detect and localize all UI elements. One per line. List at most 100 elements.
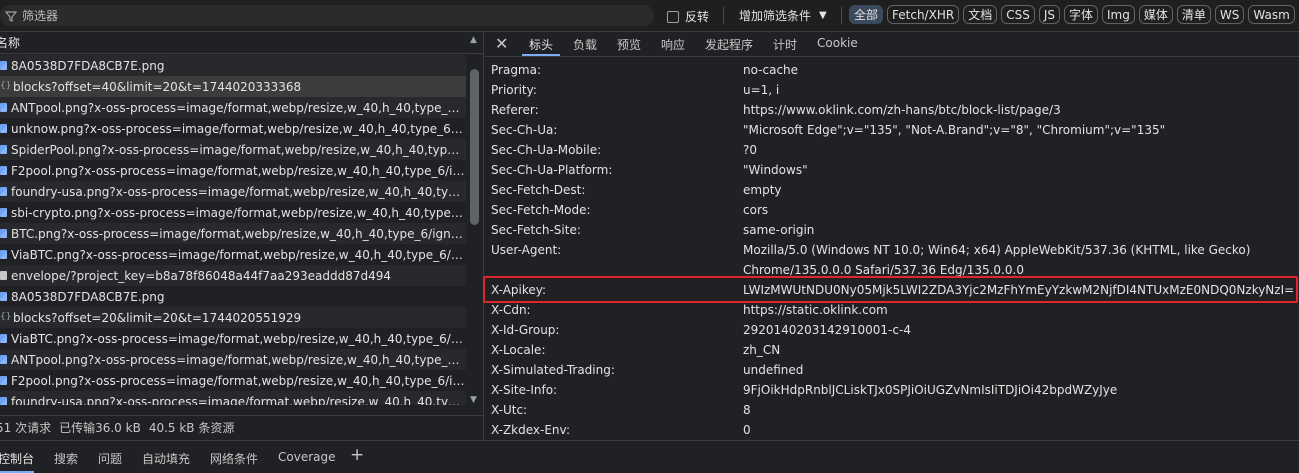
header-value[interactable]: LWIzMWUtNDU0Ny05Mjk5LWI2ZDA3Yjc2MzFhYmEy…	[743, 283, 1294, 297]
header-value[interactable]: 9FjOikHdpRnblJCLiskTJx0SPJiOiUGZvNmIsIiT…	[743, 383, 1117, 397]
request-row[interactable]: ANTpool.png?x-oss-process=image/format,w…	[0, 349, 466, 370]
request-row[interactable]: {} blocks?offset=20&limit=20&t=1744020551…	[0, 307, 466, 328]
header-value[interactable]: 0	[743, 423, 751, 437]
request-row[interactable]: ANTpool.png?x-oss-process=image/format,w…	[0, 97, 466, 118]
header-value[interactable]: 8	[743, 403, 751, 417]
header-value[interactable]: https://static.oklink.com	[743, 303, 888, 317]
header-value[interactable]: "Microsoft Edge";v="135", "Not-A.Brand";…	[743, 123, 1165, 137]
request-list-scrollbar[interactable]: ▼	[468, 55, 482, 405]
header-value[interactable]: ?0	[743, 143, 757, 157]
header-value-continuation[interactable]: Chrome/135.0.0.0 Safari/537.36 Edg/135.0…	[743, 263, 1024, 277]
toolbar-divider	[723, 7, 724, 24]
request-row[interactable]: ViaBTC.png?x-oss-process=image/format,we…	[0, 244, 466, 265]
chip-js[interactable]: JS	[1038, 5, 1060, 24]
chip-ws[interactable]: WS	[1214, 5, 1245, 24]
more-filters-dropdown[interactable]: 增加筛选条件 ▼	[739, 7, 827, 24]
request-row[interactable]: sbi-crypto.png?x-oss-process=image/forma…	[0, 202, 466, 223]
header-row: X-Simulated-Trading: undefined	[485, 360, 1299, 380]
request-row[interactable]: foundry-usa.png?x-oss-process=image/form…	[0, 391, 466, 405]
header-value[interactable]: no-cache	[743, 63, 798, 77]
tab-payload[interactable]: 负载	[573, 36, 597, 56]
filter-input[interactable]	[22, 8, 622, 23]
invert-checkbox[interactable]: 反转	[667, 8, 709, 25]
header-value[interactable]: https://www.oklink.com/zh-hans/btc/block…	[743, 103, 1061, 117]
header-row: User-Agent: Mozilla/5.0 (Windows NT 10.0;…	[485, 240, 1299, 280]
request-row[interactable]: BTC.png?x-oss-process=image/format,webp/…	[0, 223, 466, 244]
drawer-tab-issues[interactable]: 问题	[98, 450, 122, 467]
close-icon[interactable]: ✕	[495, 34, 508, 53]
header-value[interactable]: u=1, i	[743, 83, 779, 97]
chip-doc[interactable]: 文档	[963, 5, 998, 24]
tab-cookies[interactable]: Cookie	[817, 36, 858, 56]
image-file-icon	[0, 145, 7, 154]
name-column-header[interactable]: 名称 ▲	[0, 32, 483, 54]
header-value[interactable]: undefined	[743, 363, 803, 377]
request-row[interactable]: F2pool.png?x-oss-process=image/format,we…	[0, 370, 466, 391]
request-row[interactable]: envelope/?project_key=b8a78f86048a44f7aa…	[0, 265, 466, 286]
drawer-tab-search[interactable]: 搜索	[54, 450, 78, 467]
header-value[interactable]: zh_CN	[743, 343, 780, 357]
image-file-icon	[0, 397, 7, 405]
request-rows: 8A0538D7FDA8CB7E.png{} blocks?offset=40&l…	[0, 55, 466, 405]
tab-initiator[interactable]: 发起程序	[705, 36, 753, 56]
header-name: X-Utc:	[491, 403, 528, 417]
request-row[interactable]: SpiderPool.png?x-oss-process=image/forma…	[0, 139, 466, 160]
request-row[interactable]: 8A0538D7FDA8CB7E.png	[0, 286, 466, 307]
image-file-icon	[0, 103, 7, 112]
request-name: F2pool.png?x-oss-process=image/format,we…	[11, 373, 466, 388]
tab-preview[interactable]: 预览	[617, 36, 641, 56]
header-value[interactable]: 2920140203142910001-c-4	[743, 323, 911, 337]
request-name: blocks?offset=20&limit=20&t=174402055192…	[13, 310, 302, 325]
request-headers-list: Pragma: no-cache Priority: u=1, i Referer: ht…	[485, 58, 1299, 440]
scroll-down-arrow-icon[interactable]: ▼	[470, 395, 477, 405]
request-name: foundry-usa.png?x-oss-process=image/form…	[11, 184, 466, 199]
request-list-panel: 名称 ▲ 8A0538D7FDA8CB7E.png{} blocks?offset…	[0, 32, 484, 440]
request-row[interactable]: {} blocks?offset=40&limit=20&t=1744020333…	[0, 76, 466, 97]
request-name: blocks?offset=40&limit=20&t=174402033336…	[13, 79, 302, 94]
header-value[interactable]: "Windows"	[743, 163, 808, 177]
transferred-size: 已传输36.0 kB	[59, 421, 141, 435]
tab-headers[interactable]: 标头	[522, 36, 561, 56]
chip-css[interactable]: CSS	[1001, 5, 1035, 24]
drawer-tab-network-conditions[interactable]: 网络条件	[210, 450, 258, 467]
scrollbar-thumb[interactable]	[470, 69, 479, 225]
request-name: BTC.png?x-oss-process=image/format,webp/…	[11, 226, 466, 241]
request-row[interactable]: ViaBTC.png?x-oss-process=image/format,we…	[0, 328, 466, 349]
drawer-tab-coverage[interactable]: Coverage	[278, 450, 336, 464]
document-icon	[0, 271, 7, 280]
chip-media[interactable]: 媒体	[1138, 5, 1173, 24]
header-row: X-Apikey: LWIzMWUtNDU0Ny05Mjk5LWI2ZDA3Yjc…	[485, 280, 1299, 300]
drawer-tabbar: 控制台 搜索 问题 自动填充 网络条件 Coverage +	[0, 440, 1299, 473]
chip-manifest[interactable]: 清单	[1176, 5, 1211, 24]
header-name: Sec-Ch-Ua:	[491, 123, 558, 137]
header-value[interactable]: empty	[743, 183, 782, 197]
filter-box[interactable]	[0, 5, 654, 26]
chip-wasm[interactable]: Wasm	[1248, 5, 1295, 24]
chip-img[interactable]: Img	[1102, 5, 1135, 24]
request-row[interactable]: 8A0538D7FDA8CB7E.png	[0, 55, 466, 76]
image-file-icon	[0, 124, 7, 133]
request-row[interactable]: unknow.png?x-oss-process=image/format,we…	[0, 118, 466, 139]
scroll-up-arrow-icon[interactable]: ▲	[470, 35, 477, 45]
image-file-icon	[0, 355, 7, 364]
request-row[interactable]: foundry-usa.png?x-oss-process=image/form…	[0, 181, 466, 202]
header-value[interactable]: same-origin	[743, 223, 814, 237]
chip-font[interactable]: 字体	[1063, 5, 1098, 24]
drawer-tab-autofill[interactable]: 自动填充	[142, 450, 190, 467]
header-name: X-Simulated-Trading:	[491, 363, 615, 377]
header-value[interactable]: Mozilla/5.0 (Windows NT 10.0; Win64; x64…	[743, 243, 1250, 257]
drawer-tab-console[interactable]: 控制台	[0, 450, 35, 473]
request-row[interactable]: F2pool.png?x-oss-process=image/format,we…	[0, 160, 466, 181]
chip-all[interactable]: 全部	[849, 5, 884, 24]
tab-timing[interactable]: 计时	[773, 36, 797, 56]
header-name: Sec-Fetch-Dest:	[491, 183, 586, 197]
request-name: envelope/?project_key=b8a78f86048a44f7aa…	[11, 268, 392, 283]
invert-checkbox-box[interactable]	[667, 10, 679, 23]
header-row: X-Site-Info: 9FjOikHdpRnblJCLiskTJx0SPJiO…	[485, 380, 1299, 400]
tab-response[interactable]: 响应	[661, 36, 685, 56]
header-row: Referer: https://www.oklink.com/zh-hans/b…	[485, 100, 1299, 120]
header-value[interactable]: cors	[743, 203, 768, 217]
request-name: unknow.png?x-oss-process=image/format,we…	[11, 121, 466, 136]
chip-fetch-xhr[interactable]: Fetch/XHR	[887, 5, 960, 24]
add-tab-plus-icon[interactable]: +	[350, 445, 364, 465]
